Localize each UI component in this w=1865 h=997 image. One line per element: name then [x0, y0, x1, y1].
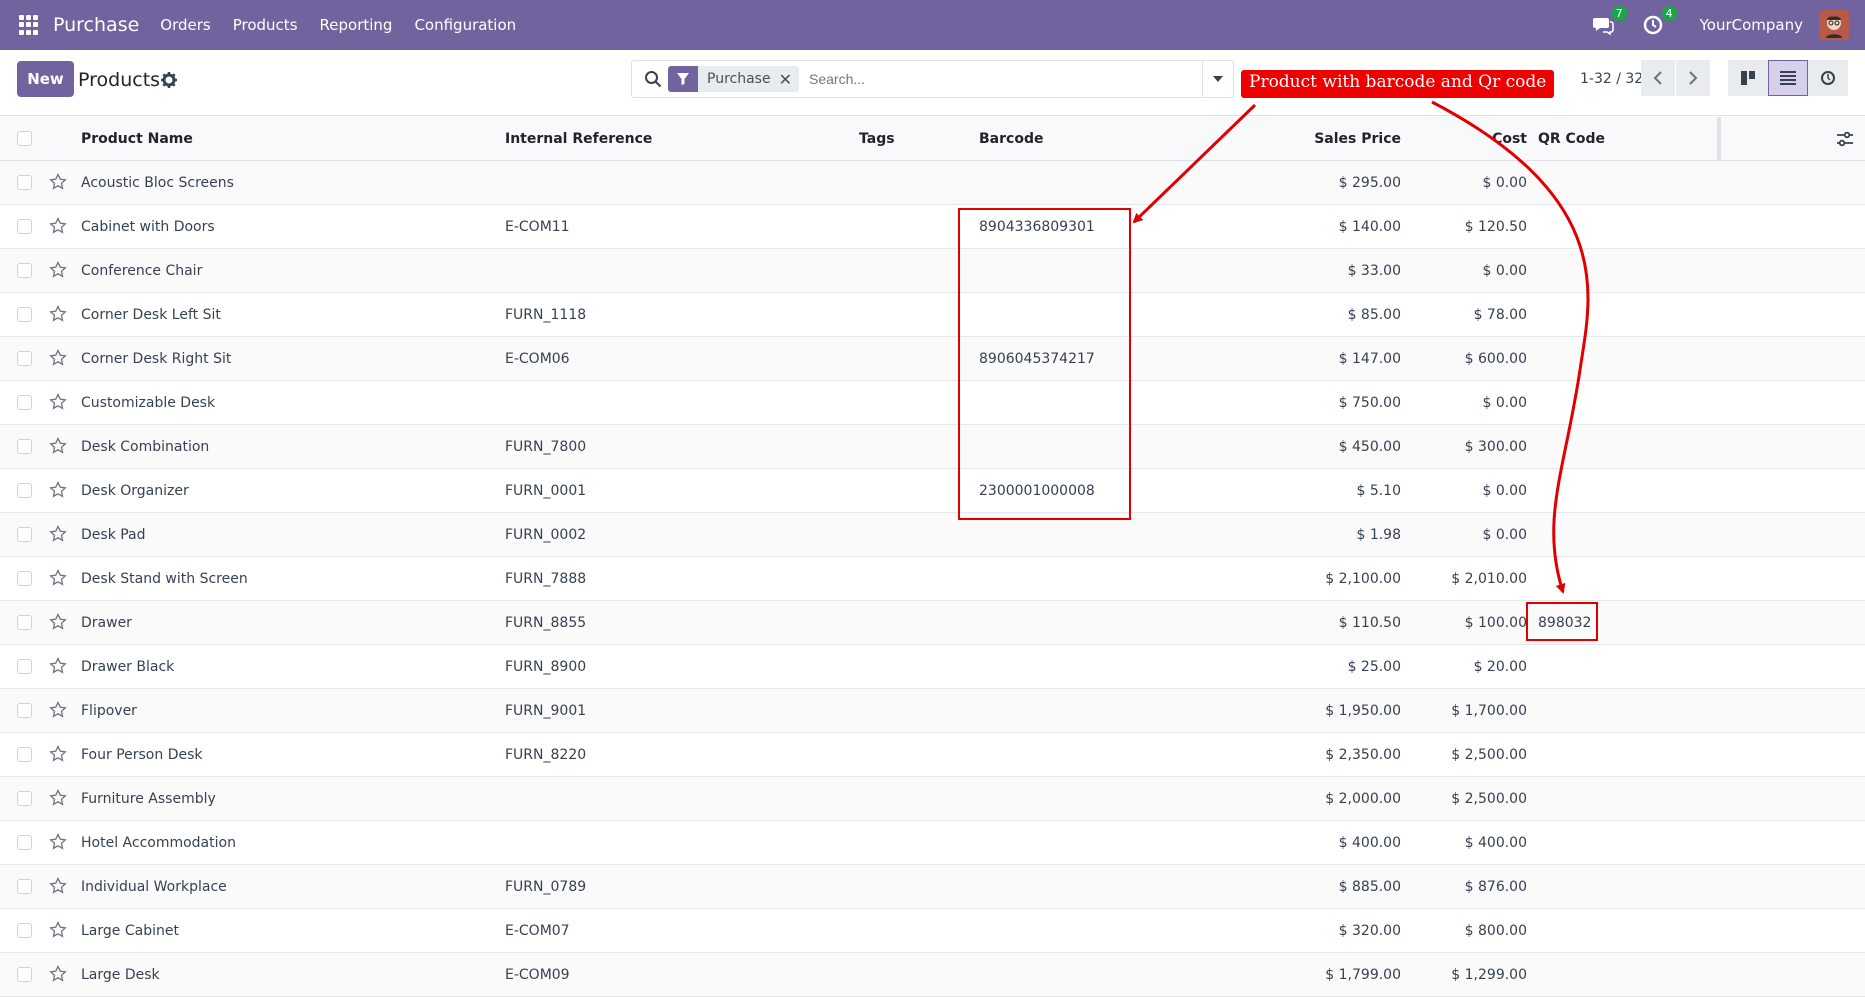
annotation-arrows [1132, 100, 1590, 594]
